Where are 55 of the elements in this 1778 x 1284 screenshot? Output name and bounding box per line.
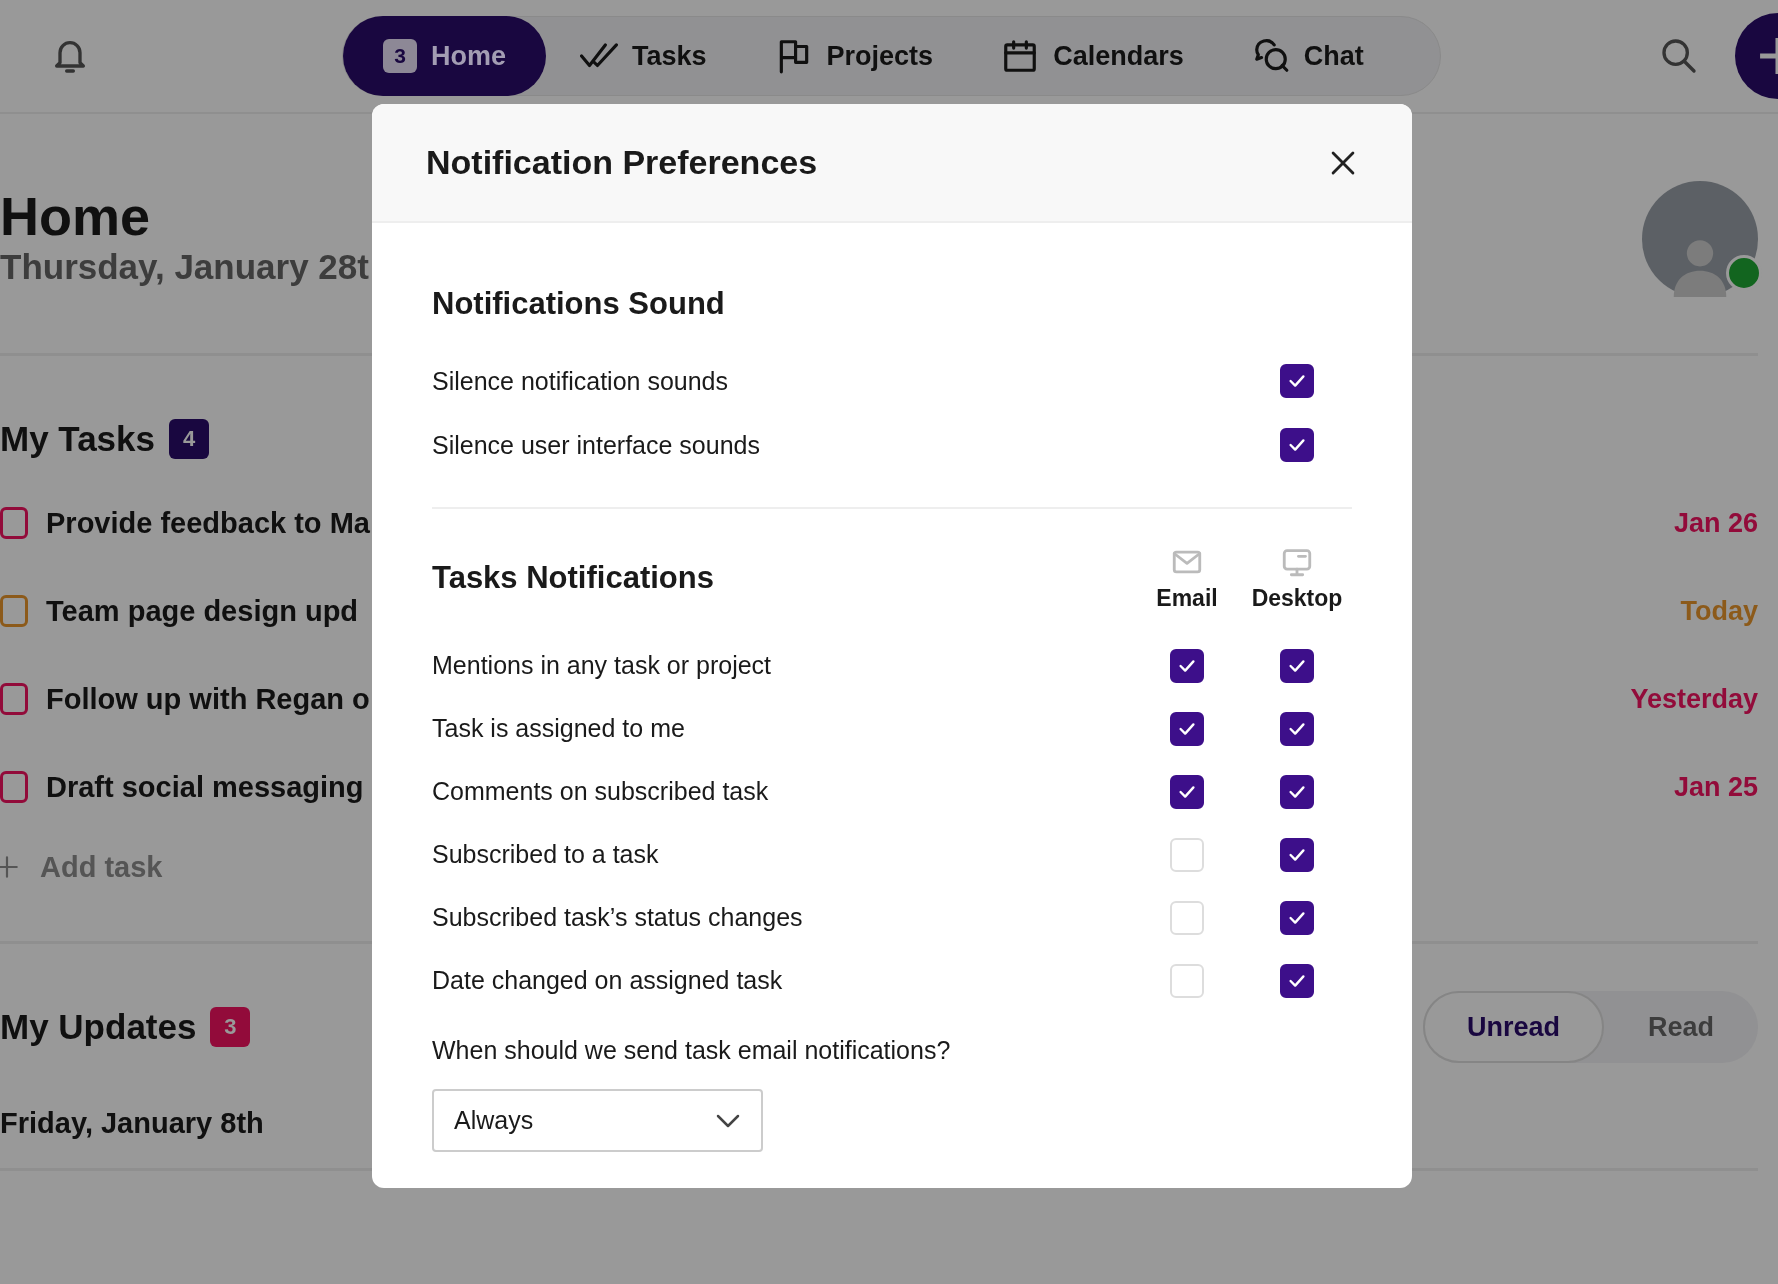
count-badge: 3 (383, 39, 417, 73)
checkbox[interactable] (1280, 774, 1314, 809)
nav-tab[interactable]: Tasks (546, 16, 741, 96)
setting-label: Silence notification sounds (432, 366, 730, 396)
count-badge: 4 (169, 419, 209, 459)
plus-icon (0, 854, 20, 880)
setting-label: Silence user interface sounds (432, 430, 761, 460)
setting-label: Subscribed task’s status changes (432, 903, 804, 932)
nav-tab[interactable]: Calendars (967, 16, 1218, 96)
task-checkbox[interactable] (0, 595, 28, 627)
checkbox[interactable] (1280, 963, 1314, 998)
due-date: Jan 26 (1673, 507, 1758, 539)
task-title[interactable]: Provide feedback to Ma (46, 506, 370, 540)
task-title[interactable]: Team page design upd (46, 594, 359, 628)
column-header: Desktop (1251, 584, 1343, 612)
search-icon[interactable] (1659, 36, 1699, 76)
task-title[interactable]: Follow up with Regan o (46, 682, 370, 716)
section-title: Notifications Sound (432, 285, 726, 323)
nav-tab[interactable]: Projects (740, 16, 968, 96)
setting-label: Comments on subscribed task (432, 777, 770, 806)
checkbox[interactable] (1170, 774, 1204, 809)
setting-label: Task is assigned to me (432, 714, 686, 743)
page-date: Thursday, January 28t (0, 246, 369, 287)
column-header: Email (1156, 584, 1218, 612)
checkbox[interactable] (1280, 648, 1314, 683)
checkbox[interactable] (1280, 837, 1314, 872)
section-title: My Updates (0, 1007, 197, 1047)
frequency-dropdown[interactable]: Always (432, 1089, 763, 1152)
filter-tab[interactable]: Unread (1422, 991, 1604, 1063)
task-checkbox[interactable] (0, 771, 28, 803)
checkbox[interactable] (1280, 711, 1314, 746)
task-checkbox[interactable] (0, 507, 28, 539)
checkbox[interactable] (1280, 364, 1314, 398)
due-date: Today (1680, 595, 1758, 627)
checkbox[interactable] (1280, 428, 1314, 462)
checkbox[interactable] (1170, 648, 1204, 683)
nav-tab[interactable]: Chat (1217, 16, 1398, 96)
due-date: Jan 25 (1673, 771, 1758, 803)
setting-label: Subscribed to a task (432, 840, 660, 869)
section-title: My Tasks (0, 419, 155, 459)
day-heading: Friday, January 8th (0, 1107, 264, 1140)
filter-tab[interactable]: Read (1603, 991, 1758, 1063)
page-title: Home (0, 184, 152, 247)
question-label: When should we send task email notifications? (432, 1036, 952, 1065)
due-date: Yesterday (1630, 683, 1758, 715)
section-title: Tasks Notifications (432, 560, 715, 596)
task-checkbox[interactable] (0, 683, 28, 715)
setting-label: Date changed on assigned task (432, 966, 784, 995)
nav-tab[interactable]: 3 Home (343, 16, 546, 96)
task-title[interactable]: Draft social messaging (46, 770, 364, 804)
setting-label: Mentions in any task or project (432, 651, 773, 680)
checkbox[interactable] (1280, 900, 1314, 935)
dialog-title: Notification Preferences (426, 143, 818, 182)
checkbox[interactable] (1170, 711, 1204, 746)
count-badge: 3 (210, 1007, 251, 1047)
